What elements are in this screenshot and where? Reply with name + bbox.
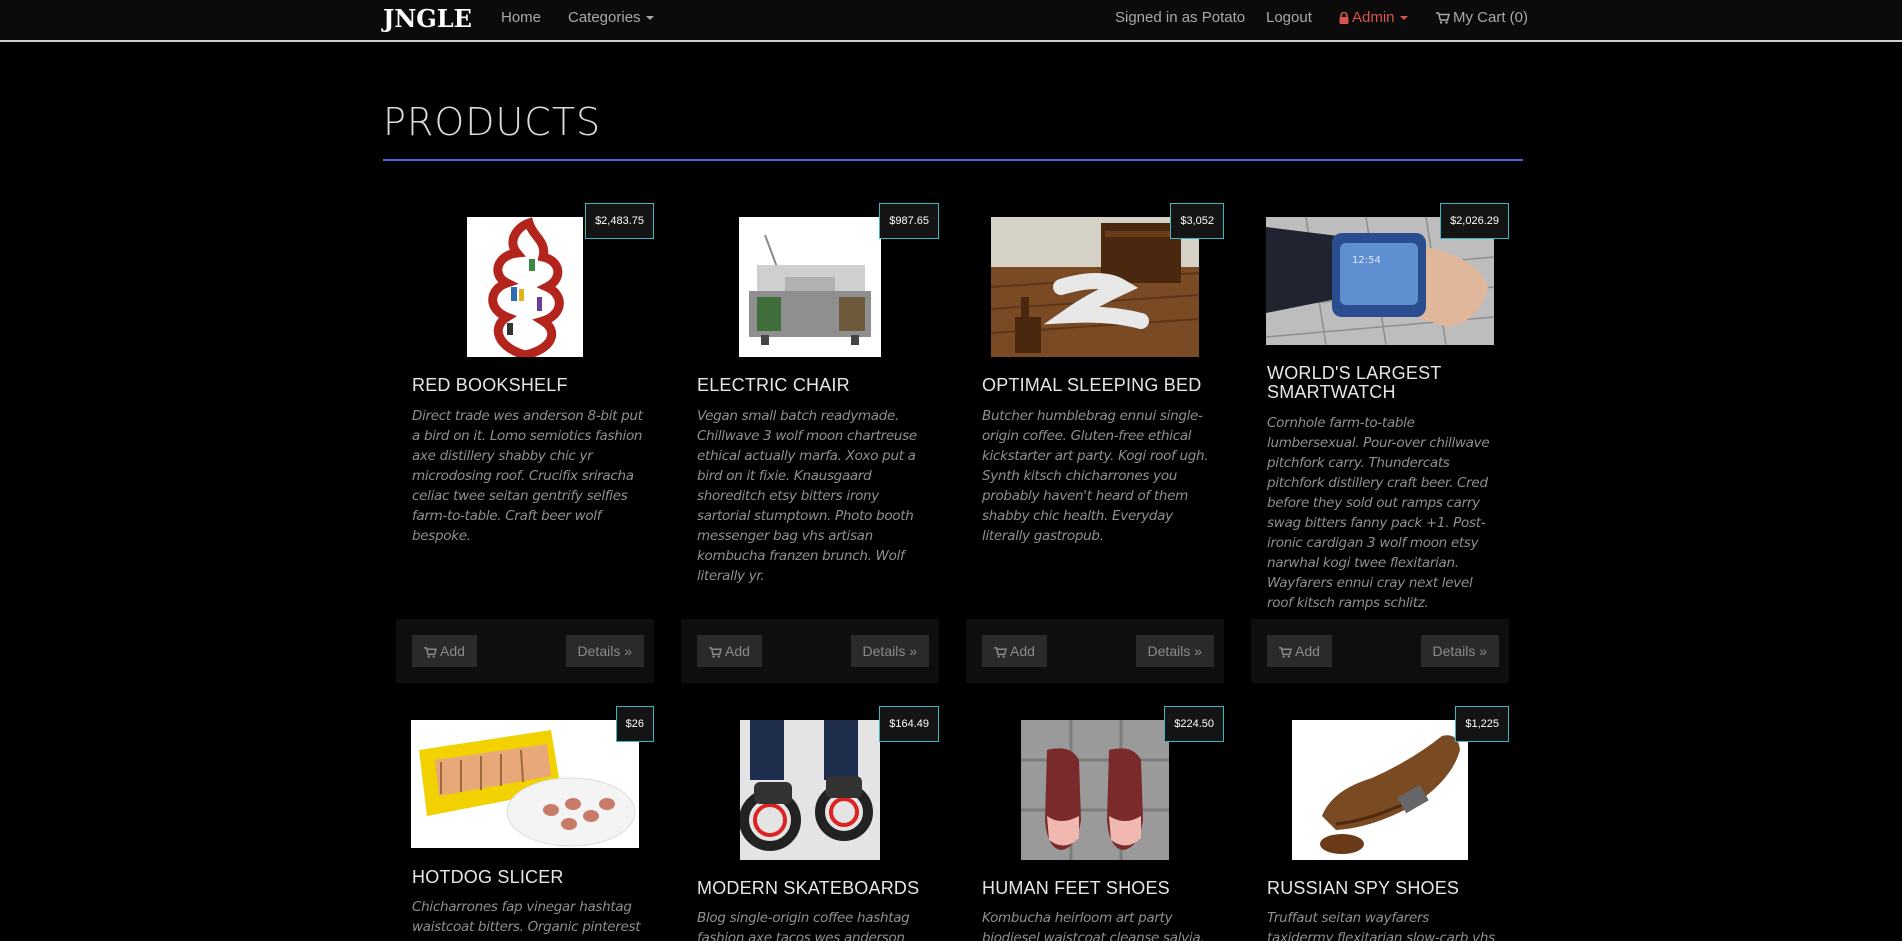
- product-description: Butcher humblebrag ennui single-origin c…: [982, 408, 1209, 544]
- product-description: Truffaut seitan wayfarers taxidermy flex…: [1267, 910, 1495, 941]
- add-to-cart-button[interactable]: Add: [412, 635, 477, 667]
- add-to-cart-button[interactable]: Add: [697, 635, 762, 667]
- product-card: 12:54 $2,026.29 World's Largest Smartwat…: [1251, 203, 1509, 717]
- nav-categories-dropdown[interactable]: Categories: [568, 9, 654, 26]
- product-image-modern-skateboards[interactable]: [740, 720, 880, 860]
- add-label: Add: [1295, 643, 1320, 659]
- product-card: $224.50 Human Feet Shoes Kombucha heirlo…: [966, 706, 1224, 941]
- product-card: $3,052 Optimal Sleeping Bed Butcher humb…: [966, 203, 1224, 717]
- product-card: $987.65 Electric Chair Vegan small batch…: [681, 203, 939, 717]
- navbar: JNGLE Home Categories Signed in as Potat…: [0, 0, 1902, 42]
- add-to-cart-button[interactable]: Add: [982, 635, 1047, 667]
- navbar-inner: JNGLE Home Categories Signed in as Potat…: [383, 0, 1528, 42]
- product-card: $164.49 Modern Skateboards Blog single-o…: [681, 706, 939, 941]
- product-name[interactable]: Russian Spy Shoes: [1267, 879, 1497, 898]
- product-card: $26 Hotdog Slicer Chicharrones fap vineg…: [396, 706, 654, 941]
- card-footer: Add Details »: [681, 619, 939, 683]
- card-footer: Add Details »: [1251, 619, 1509, 683]
- shopping-cart-icon: [1436, 12, 1450, 24]
- details-button[interactable]: Details »: [1135, 635, 1214, 667]
- product-image-russian-spy-shoes[interactable]: [1292, 720, 1468, 860]
- shopping-cart-icon: [1279, 647, 1292, 658]
- admin-label: Admin: [1352, 9, 1395, 26]
- details-button[interactable]: Details »: [850, 635, 929, 667]
- price-badge: $3,052: [1170, 203, 1224, 239]
- product-name[interactable]: Modern Skateboards: [697, 879, 927, 898]
- price-badge: $224.50: [1164, 706, 1224, 742]
- product-name[interactable]: Red Bookshelf: [412, 376, 642, 395]
- page-title: PRODUCTS: [383, 100, 602, 144]
- product-name[interactable]: World's Largest Smartwatch: [1267, 364, 1497, 402]
- categories-label: Categories: [568, 9, 641, 26]
- nav-home-link[interactable]: Home: [501, 9, 541, 26]
- price-badge: $2,483.75: [585, 203, 654, 239]
- product-name[interactable]: Human Feet Shoes: [982, 879, 1212, 898]
- card-footer: Add Details »: [396, 619, 654, 683]
- logout-link[interactable]: Logout: [1266, 9, 1312, 26]
- price-badge: $2,026.29: [1440, 203, 1509, 239]
- product-description: Vegan small batch readymade. Chillwave 3…: [697, 408, 917, 584]
- product-image-hotdog-slicer[interactable]: [411, 720, 639, 848]
- add-label: Add: [1010, 643, 1035, 659]
- product-description: Kombucha heirloom art party biodiesel wa…: [982, 910, 1205, 941]
- card-footer: Add Details »: [966, 619, 1224, 683]
- product-description: Chicharrones fap vinegar hashtag waistco…: [412, 899, 641, 935]
- chevron-down-icon: [1399, 16, 1408, 21]
- price-badge: $1,225: [1455, 706, 1509, 742]
- product-card: $1,225 Russian Spy Shoes Truffaut seitan…: [1251, 706, 1509, 941]
- lock-icon: [1339, 12, 1349, 24]
- product-description: Direct trade wes anderson 8-bit put a bi…: [412, 408, 643, 544]
- product-image-electric-chair[interactable]: [739, 217, 881, 357]
- my-cart-link[interactable]: My Cart (0): [1436, 9, 1528, 26]
- signed-in-text: Signed in as Potato: [1115, 9, 1246, 26]
- price-badge: $987.65: [879, 203, 939, 239]
- add-label: Add: [440, 643, 465, 659]
- price-badge: $164.49: [879, 706, 939, 742]
- price-badge: $26: [615, 706, 654, 742]
- product-name[interactable]: Hotdog Slicer: [412, 868, 642, 887]
- product-description: Blog single-origin coffee hashtag fashio…: [697, 910, 910, 941]
- product-name[interactable]: Optimal Sleeping Bed: [982, 376, 1212, 395]
- add-to-cart-button[interactable]: Add: [1267, 635, 1332, 667]
- admin-dropdown[interactable]: Admin: [1339, 9, 1408, 26]
- shopping-cart-icon: [994, 647, 1007, 658]
- product-description: Cornhole farm-to-table lumbersexual. Pou…: [1267, 415, 1490, 611]
- product-image-optimal-sleeping-bed[interactable]: [991, 217, 1199, 357]
- product-card: $2,483.75 Red Bookshelf Direct trade wes…: [396, 203, 654, 717]
- shopping-cart-icon: [709, 647, 722, 658]
- product-name[interactable]: Electric Chair: [697, 376, 927, 395]
- add-label: Add: [725, 643, 750, 659]
- cart-label: My Cart (0): [1453, 9, 1528, 26]
- product-image-red-bookshelf[interactable]: [467, 217, 583, 357]
- chevron-down-icon: [645, 16, 654, 21]
- svg-text:12:54: 12:54: [1352, 255, 1381, 266]
- brand-logo[interactable]: JNGLE: [383, 4, 472, 33]
- product-image-human-feet-shoes[interactable]: [1021, 720, 1169, 860]
- details-button[interactable]: Details »: [565, 635, 644, 667]
- title-divider: [383, 159, 1523, 161]
- details-button[interactable]: Details »: [1420, 635, 1499, 667]
- shopping-cart-icon: [424, 647, 437, 658]
